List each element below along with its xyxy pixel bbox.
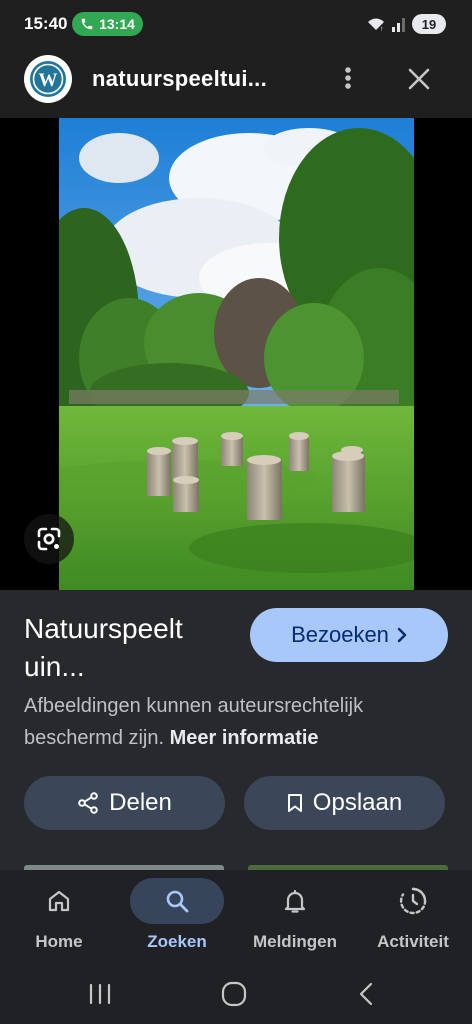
result-photo[interactable] <box>59 118 414 590</box>
result-title-line1: Natuurspeelt <box>24 613 183 644</box>
more-vert-icon <box>345 67 351 89</box>
nav-activity[interactable]: Activiteit <box>354 870 472 964</box>
bookmark-icon <box>287 794 302 812</box>
nav-home-label: Home <box>35 932 83 951</box>
nav-search-label: Zoeken <box>147 932 207 951</box>
close-icon <box>408 68 430 90</box>
visit-label: Bezoeken <box>291 622 389 647</box>
nav-search[interactable]: Zoeken <box>118 870 236 964</box>
result-title-line2: uin... <box>24 651 85 682</box>
nav-home-icon-wrap <box>12 878 106 924</box>
nav-activity-label: Activiteit <box>377 932 449 951</box>
more-info-link[interactable]: Meer informatie <box>170 727 319 749</box>
call-duration: 13:14 <box>99 16 135 32</box>
activity-icon <box>399 887 427 915</box>
save-button[interactable]: Opslaan <box>244 776 445 830</box>
status-bar: 15:40 13:14 ↑ 19 <box>0 0 472 48</box>
chevron-right-icon <box>397 627 407 643</box>
site-title[interactable]: natuurspeeltui... <box>92 66 267 92</box>
ongoing-call-pill[interactable]: 13:14 <box>72 12 143 36</box>
result-info-panel: Natuurspeelt uin... Bezoeken Afbeeldinge… <box>0 590 472 870</box>
app-bar: W natuurspeeltui... <box>0 48 472 118</box>
nav-activity-icon-wrap <box>366 878 460 924</box>
google-lens-button[interactable] <box>24 514 74 564</box>
battery-icon: 19 <box>412 14 446 34</box>
nav-notifications-label: Meldingen <box>252 932 338 951</box>
google-lens-icon <box>37 527 61 551</box>
wifi-icon: ↑ <box>368 18 384 32</box>
share-label: Delen <box>109 789 172 816</box>
system-navigation-bar <box>0 964 472 1024</box>
share-icon <box>78 792 98 814</box>
image-viewer[interactable] <box>0 118 472 590</box>
system-icons: ↑ 19 <box>366 14 446 34</box>
visit-button[interactable]: Bezoeken <box>250 608 448 662</box>
bottom-navigation: Home Zoeken Meldingen Activiteit <box>0 870 472 964</box>
phone-icon <box>81 18 93 30</box>
signal-icon <box>392 18 405 32</box>
result-title[interactable]: Natuurspeelt uin... <box>24 610 234 686</box>
bell-icon <box>284 889 306 913</box>
status-clock: 15:40 <box>24 14 68 33</box>
recents-icon <box>89 983 111 1005</box>
close-button[interactable] <box>400 60 438 98</box>
back-icon <box>359 982 373 1006</box>
nav-home[interactable]: Home <box>0 870 118 964</box>
svg-text:↑: ↑ <box>380 26 384 32</box>
nav-notifications-icon-wrap <box>248 878 342 924</box>
playground-photo <box>59 118 414 590</box>
nav-search-icon-wrap <box>130 878 224 924</box>
nav-notifications[interactable]: Meldingen <box>236 870 354 964</box>
share-button[interactable]: Delen <box>24 776 225 830</box>
battery-level: 19 <box>421 16 437 32</box>
search-icon <box>166 890 189 913</box>
home-icon <box>48 890 70 912</box>
recents-button[interactable] <box>80 976 120 1012</box>
home-system-button[interactable] <box>214 976 254 1012</box>
save-label: Opslaan <box>312 789 403 816</box>
copyright-notice: Afbeeldingen kunnen auteursrechtelijk be… <box>24 690 444 754</box>
wordpress-logo: W <box>24 55 72 103</box>
back-button[interactable] <box>346 976 386 1012</box>
svg-text:W: W <box>39 70 58 91</box>
home-circle-icon <box>221 981 247 1007</box>
more-options-button[interactable] <box>330 60 366 96</box>
